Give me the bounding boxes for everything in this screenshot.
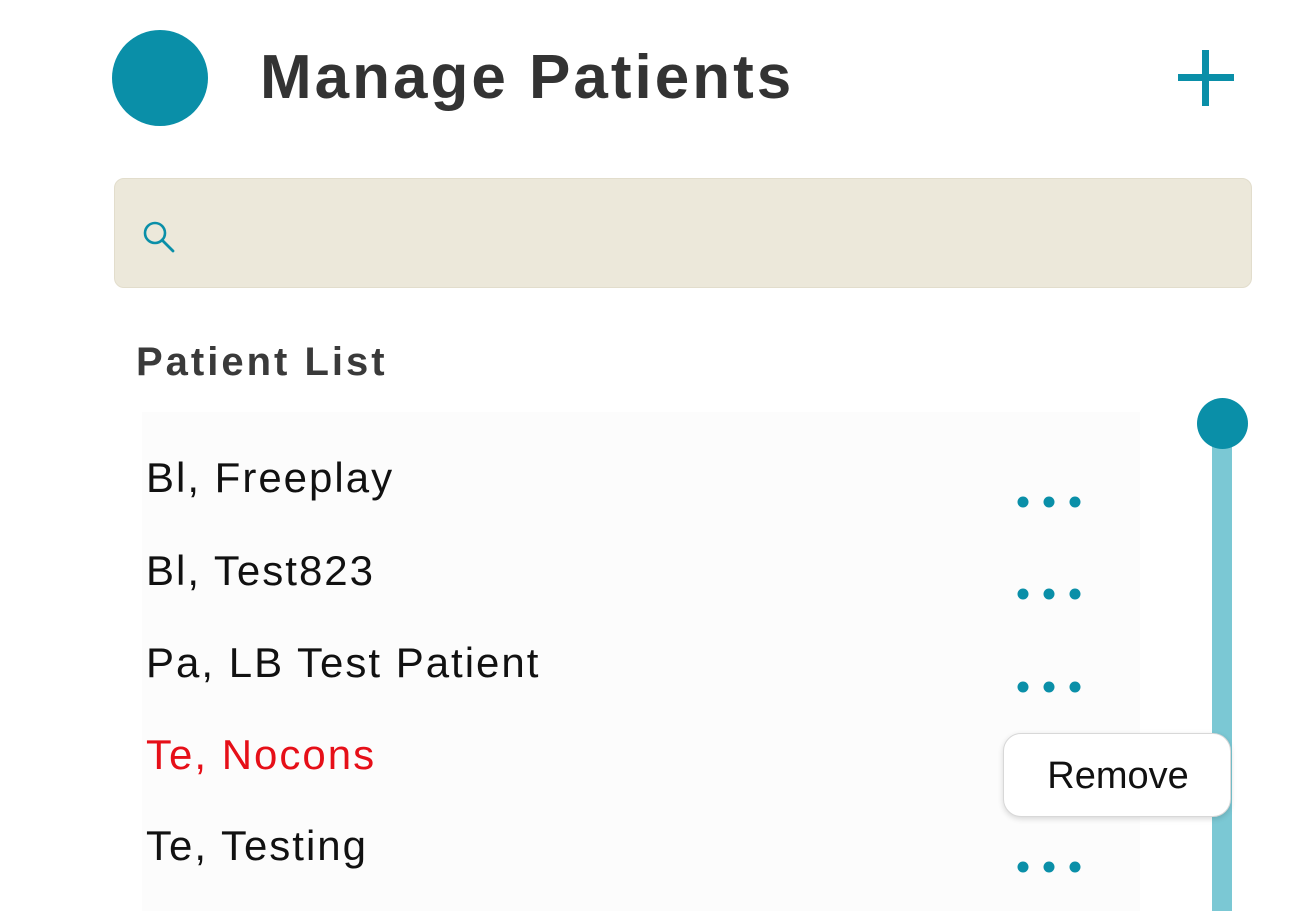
more-options-button[interactable] <box>1014 852 1084 882</box>
manage-patients-screen: Manage Patients Patient List Bl, Freepla… <box>0 0 1292 911</box>
more-horizontal-icon <box>1017 861 1081 873</box>
add-patient-button[interactable] <box>1172 44 1240 112</box>
avatar[interactable] <box>112 30 208 126</box>
more-options-button[interactable] <box>1014 487 1084 517</box>
more-horizontal-icon <box>1017 588 1081 600</box>
context-menu: Remove <box>1003 733 1231 817</box>
list-item[interactable]: Te, Nocons <box>142 707 1140 799</box>
page-title: Manage Patients <box>260 43 795 112</box>
patient-name: Te, Nocons <box>146 731 377 778</box>
plus-icon <box>1178 50 1234 106</box>
more-horizontal-icon <box>1017 681 1081 693</box>
patient-name: Bl, Test823 <box>146 547 376 594</box>
search-icon <box>141 219 177 255</box>
patient-name: Pa, LB Test Patient <box>146 639 541 686</box>
patient-name: Bl, Freeplay <box>146 454 395 501</box>
patient-list: Bl, Freeplay Bl, Test823 Pa, LB Test Pat… <box>142 412 1140 911</box>
patient-list-heading: Patient List <box>136 340 388 384</box>
list-item[interactable]: Pa, LB Test Patient <box>142 615 1140 707</box>
more-options-button[interactable] <box>1014 579 1084 609</box>
patient-name: Te, Testing <box>146 822 369 869</box>
remove-menu-item[interactable]: Remove <box>1004 734 1232 818</box>
list-item[interactable]: Bl, Freeplay <box>142 430 1140 522</box>
search-field[interactable] <box>114 178 1252 288</box>
list-item[interactable]: Bl, Test823 <box>142 523 1140 615</box>
more-horizontal-icon <box>1017 496 1081 508</box>
list-item[interactable]: Te, Testing <box>142 798 1140 890</box>
more-options-button[interactable] <box>1014 672 1084 702</box>
scrollbar-thumb[interactable] <box>1197 398 1248 449</box>
scrollbar-track[interactable] <box>1212 426 1232 911</box>
search-input[interactable] <box>195 199 1229 271</box>
